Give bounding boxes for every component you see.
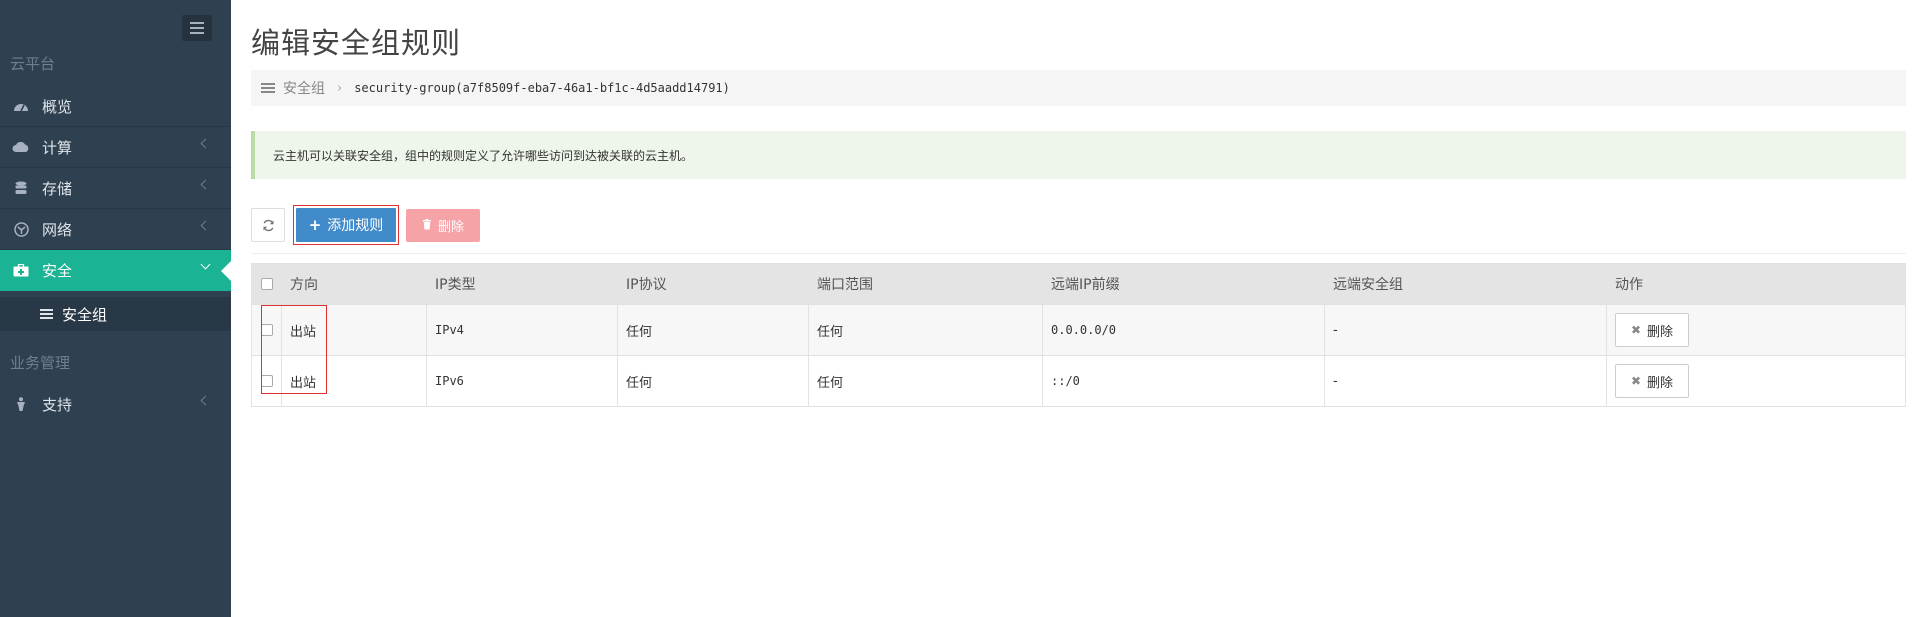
divider xyxy=(251,253,1906,254)
cell-actions: ✖ 删除 xyxy=(1607,305,1905,355)
main-content: 编辑安全组规则 安全组 › security-group(a7f8509f-eb… xyxy=(251,0,1906,617)
dashboard-icon xyxy=(0,100,42,112)
add-rule-label: 添加规则 xyxy=(327,218,384,234)
table-row: 出站 IPv6 任何 任何 ::/0 - ✖ 删除 xyxy=(252,355,1905,406)
sidebar-item-label: 网络 xyxy=(42,220,73,239)
close-icon: ✖ xyxy=(1630,323,1642,337)
menu-icon-bar xyxy=(190,27,204,29)
sidebar-subitem-security-group[interactable]: 安全组 xyxy=(0,297,231,331)
column-header-ip-type[interactable]: IP类型 xyxy=(427,264,618,304)
row-checkbox[interactable] xyxy=(261,375,273,387)
row-delete-button[interactable]: ✖ 删除 xyxy=(1615,313,1689,347)
add-rule-button-inner: + 添加规则 xyxy=(296,208,396,242)
close-icon: ✖ xyxy=(1630,374,1642,388)
row-delete-button[interactable]: ✖ 删除 xyxy=(1615,364,1689,398)
support-icon xyxy=(0,397,42,412)
cell-remote-ip-prefix: 0.0.0.0/0 xyxy=(1043,305,1325,355)
chevron-left-icon xyxy=(200,138,211,149)
breadcrumb-link-security-group[interactable]: 安全组 xyxy=(283,78,325,98)
chevron-left-icon xyxy=(200,395,211,406)
database-icon xyxy=(0,181,42,195)
menu-icon-bar xyxy=(190,32,204,34)
sidebar-item-label: 支持 xyxy=(42,396,73,414)
sidebar-item-overview[interactable]: 概览 xyxy=(0,86,231,127)
select-all-checkbox[interactable] xyxy=(261,278,273,290)
cell-actions: ✖ 删除 xyxy=(1607,356,1905,406)
sidebar-item-label: 概览 xyxy=(42,97,73,116)
add-rule-button[interactable]: + 添加规则 xyxy=(293,205,399,245)
breadcrumb: 安全组 › security-group(a7f8509f-eba7-46a1-… xyxy=(251,70,1906,106)
cell-port-range: 任何 xyxy=(809,305,1043,355)
column-header-direction[interactable]: 方向 xyxy=(282,264,427,304)
cell-protocol: 任何 xyxy=(618,305,809,355)
cell-port-range: 任何 xyxy=(809,356,1043,406)
chevron-down-icon xyxy=(200,259,211,270)
delete-rules-label: 删除 xyxy=(437,220,464,235)
row-delete-label: 删除 xyxy=(1647,324,1674,340)
list-icon xyxy=(261,83,275,93)
cell-remote-ip-prefix: ::/0 xyxy=(1043,356,1325,406)
sidebar-item-label: 存储 xyxy=(42,179,73,198)
cell-ip-type: IPv4 xyxy=(427,305,618,355)
sidebar-item-security[interactable]: 安全 xyxy=(0,250,231,291)
plus-icon: + xyxy=(308,216,322,234)
breadcrumb-current: security-group(a7f8509f-eba7-46a1-bf1c-4… xyxy=(354,81,730,95)
row-delete-label: 删除 xyxy=(1647,375,1674,391)
cell-direction: 出站 xyxy=(282,356,427,406)
column-header-actions: 动作 xyxy=(1615,277,1643,293)
cell-direction: 出站 xyxy=(282,305,427,355)
table-header: 方向 IP类型 IP协议 端口范围 远端IP前缀 远端安全组 动作 xyxy=(252,264,1905,304)
column-header-remote-ip-prefix[interactable]: 远端IP前缀 xyxy=(1043,264,1325,304)
delete-rules-button[interactable]: 删除 xyxy=(406,209,480,242)
sidebar-item-network[interactable]: 网络 xyxy=(0,209,231,250)
section-label-cloud-platform: 云平台 xyxy=(10,55,56,73)
column-header-protocol[interactable]: IP协议 xyxy=(618,264,809,304)
cell-remote-security-group: - xyxy=(1325,305,1607,355)
column-header-remote-security-group[interactable]: 远端安全组 xyxy=(1325,264,1607,304)
sidebar-item-storage[interactable]: 存储 xyxy=(0,168,231,209)
chevron-left-icon xyxy=(200,179,211,190)
row-checkbox-cell xyxy=(252,305,282,355)
rules-table: 方向 IP类型 IP协议 端口范围 远端IP前缀 远端安全组 动作 出站 IPv… xyxy=(251,263,1906,407)
network-icon xyxy=(0,221,42,237)
chevron-right-icon: › xyxy=(337,80,343,96)
cloud-icon xyxy=(0,141,42,153)
info-alert: 云主机可以关联安全组，组中的规则定义了允许哪些访问到达被关联的云主机。 xyxy=(251,131,1906,179)
sidebar-toggle-button[interactable] xyxy=(182,15,212,41)
section-label-business: 业务管理 xyxy=(10,354,71,372)
medkit-icon xyxy=(0,264,42,277)
trash-icon xyxy=(422,218,432,233)
row-checkbox-cell xyxy=(252,356,282,406)
chevron-left-icon xyxy=(200,220,211,231)
page-title: 编辑安全组规则 xyxy=(251,26,462,60)
cell-protocol: 任何 xyxy=(618,356,809,406)
table-row: 出站 IPv4 任何 任何 0.0.0.0/0 - ✖ 删除 xyxy=(252,304,1905,355)
refresh-button[interactable] xyxy=(251,208,285,242)
refresh-icon xyxy=(262,219,274,231)
sidebar-item-compute[interactable]: 计算 xyxy=(0,127,231,168)
list-icon xyxy=(40,309,53,319)
row-checkbox[interactable] xyxy=(261,324,273,336)
active-indicator xyxy=(221,261,231,281)
sidebar-subitem-label: 安全组 xyxy=(62,305,108,324)
cell-ip-type: IPv6 xyxy=(427,356,618,406)
sidebar-item-label: 计算 xyxy=(42,138,73,157)
cell-remote-security-group: - xyxy=(1325,356,1607,406)
alert-text: 云主机可以关联安全组，组中的规则定义了允许哪些访问到达被关联的云主机。 xyxy=(273,148,694,163)
sidebar-item-label: 安全 xyxy=(42,262,73,280)
sidebar-item-support[interactable]: 支持 xyxy=(0,384,231,425)
menu-icon-bar xyxy=(190,22,204,24)
select-all-checkbox-cell xyxy=(252,264,282,304)
column-header-port-range[interactable]: 端口范围 xyxy=(809,264,1043,304)
sidebar: 云平台 概览 计算 存储 网络 安全 安全组 业务管理 支持 xyxy=(0,0,231,617)
